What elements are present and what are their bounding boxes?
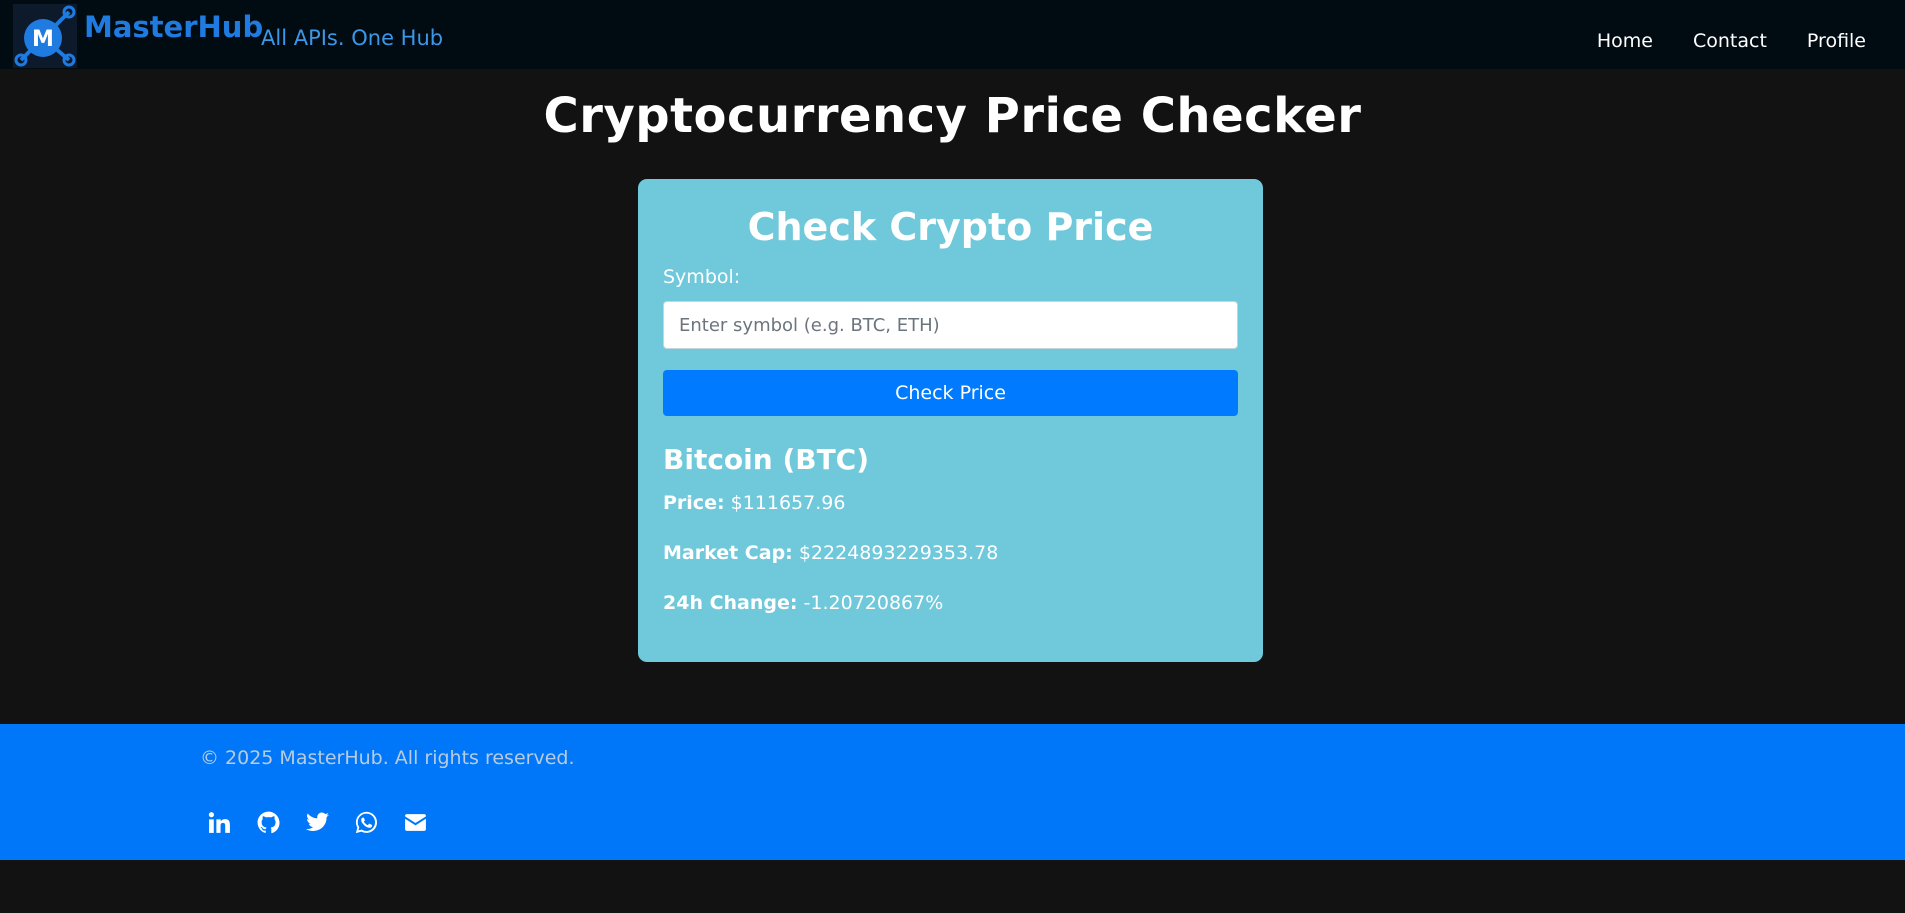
nav-link-home[interactable]: Home <box>1597 30 1653 52</box>
page-title: Cryptocurrency Price Checker <box>543 88 1362 144</box>
nav-link-contact[interactable]: Contact <box>1693 30 1767 52</box>
symbol-input[interactable] <box>663 301 1238 349</box>
masterhub-logo-icon: M <box>13 4 77 68</box>
whatsapp-icon[interactable] <box>354 810 379 835</box>
twitter-icon[interactable] <box>305 810 330 835</box>
email-icon[interactable] <box>403 810 428 835</box>
brand[interactable]: M <box>13 4 77 72</box>
result-market-cap: Market Cap: $2224893229353.78 <box>663 542 998 564</box>
check-price-button[interactable]: Check Price <box>663 370 1238 416</box>
price-label: Price: <box>663 492 725 514</box>
card-title: Check Crypto Price <box>747 205 1154 249</box>
logo-letter: M <box>32 27 54 52</box>
market-cap-value: $2224893229353.78 <box>798 542 999 564</box>
social-links <box>207 810 428 835</box>
result-price: Price: $111657.96 <box>663 492 845 514</box>
market-cap-label: Market Cap: <box>663 542 793 564</box>
change-label: 24h Change: <box>663 592 798 614</box>
result-24h-change: 24h Change: -1.20720867% <box>663 592 943 614</box>
copyright: © 2025 MasterHub. All rights reserved. <box>200 747 575 769</box>
brand-name[interactable]: MasterHub <box>84 10 263 44</box>
symbol-label: Symbol: <box>663 266 741 288</box>
linkedin-icon[interactable] <box>207 810 232 835</box>
github-icon[interactable] <box>256 810 281 835</box>
nav-links: Home Contact Profile <box>1597 30 1866 52</box>
change-value: -1.20720867% <box>803 592 944 614</box>
result-coin-name: Bitcoin (BTC) <box>663 443 870 476</box>
brand-tagline: All APIs. One Hub <box>261 26 444 50</box>
price-value: $111657.96 <box>730 492 846 514</box>
navbar: M MasterHub All APIs. One Hub Home Conta… <box>0 0 1905 69</box>
footer: © 2025 MasterHub. All rights reserved. <box>0 724 1905 860</box>
nav-link-profile[interactable]: Profile <box>1807 30 1866 52</box>
price-checker-card: Check Crypto Price Symbol: Check Price B… <box>638 179 1263 662</box>
